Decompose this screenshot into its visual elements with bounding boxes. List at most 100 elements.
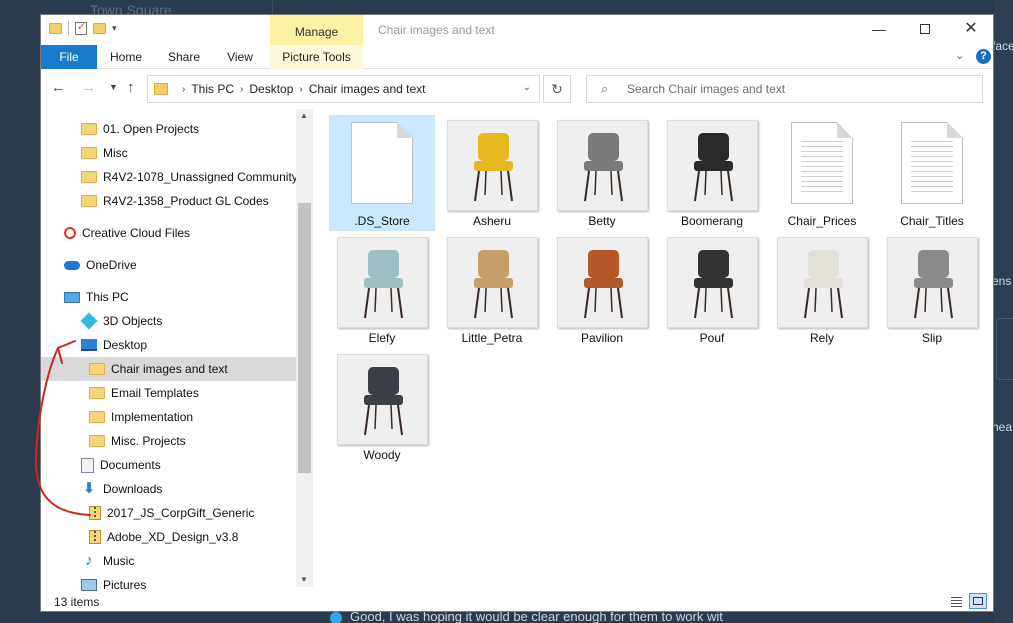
nav-item[interactable]: OneDrive [41, 253, 296, 277]
nav-item[interactable]: This PC [41, 285, 296, 309]
nav-item[interactable]: Email Templates [41, 381, 296, 405]
nav-scrollbar[interactable]: ▲ ▼ [296, 109, 313, 587]
file-name: Asheru [472, 214, 512, 228]
nav-item-label: 3D Objects [103, 314, 163, 328]
nav-item-label: Pictures [103, 578, 147, 592]
creative-cloud-icon [64, 227, 76, 239]
address-dropdown-chevron-icon[interactable]: ⌄ [523, 82, 531, 93]
download-arrow-icon: ⬇ [82, 480, 96, 497]
nav-item-label: R4V2-1078_Unassigned Community Er [103, 170, 296, 184]
file-name: Slip [921, 331, 942, 345]
file-name: Woody [363, 448, 401, 462]
file-item[interactable]: Betty [549, 115, 655, 231]
background-app-left [0, 0, 40, 623]
minimize-button[interactable]: — [856, 15, 902, 45]
file-item[interactable]: Chair_Titles [879, 115, 985, 231]
background-text-fragment: face [994, 39, 1013, 53]
file-name: Chair_Titles [900, 214, 964, 228]
music-note-icon: ♪ [85, 552, 93, 569]
nav-item[interactable]: Creative Cloud Files [41, 221, 296, 245]
3d-objects-icon [80, 312, 98, 330]
file-item[interactable]: Asheru [439, 115, 545, 231]
large-icons-icon [973, 597, 983, 605]
recent-locations-chevron-icon[interactable]: ▼ [109, 82, 118, 92]
scroll-up-arrow-icon[interactable]: ▲ [300, 111, 308, 120]
file-item[interactable]: Elefy [329, 232, 435, 348]
documents-icon [81, 457, 94, 473]
tab-view[interactable]: View [215, 45, 265, 69]
nav-item-label: R4V2-1358_Product GL Codes [103, 194, 269, 208]
customize-toolbar-chevron-icon[interactable]: ▾ [112, 23, 117, 34]
quick-access-toolbar: ▾ [49, 20, 117, 35]
nav-item[interactable]: 2017_JS_CorpGift_Generic [41, 501, 296, 525]
chair-thumbnail-icon [337, 237, 428, 328]
title-bar[interactable]: ▾ Manage Chair images and text — ✕ [41, 15, 993, 45]
file-item[interactable]: Boomerang [659, 115, 765, 231]
address-bar[interactable]: › This PC › Desktop › Chair images and t… [147, 75, 540, 103]
new-folder-icon[interactable] [93, 22, 106, 34]
breadcrumb-chevron-icon[interactable]: › [299, 84, 302, 95]
background-text-fragment: hea [994, 420, 1013, 434]
address-bar-row: ← → ▼ ↑ › This PC › Desktop › Chair imag… [41, 70, 993, 108]
up-arrow-icon[interactable]: ↑ [127, 79, 135, 96]
search-placeholder: Search Chair images and text [627, 82, 786, 96]
file-item[interactable]: Woody [329, 349, 435, 465]
nav-item[interactable]: Misc. Projects [41, 429, 296, 453]
list-line [951, 606, 962, 607]
nav-item[interactable]: Adobe_XD_Design_v3.8 [41, 525, 296, 549]
help-icon[interactable]: ? [976, 49, 991, 64]
breadcrumb-this-pc[interactable]: This PC [191, 82, 234, 96]
tab-share[interactable]: Share [157, 45, 211, 69]
scroll-down-arrow-icon[interactable]: ▼ [300, 575, 308, 584]
nav-item[interactable]: 01. Open Projects [41, 117, 296, 141]
breadcrumb-current-folder[interactable]: Chair images and text [309, 82, 426, 96]
chair-thumbnail-icon [667, 237, 758, 328]
nav-item[interactable]: Chair images and text [41, 357, 296, 381]
nav-item[interactable]: R4V2-1078_Unassigned Community Er [41, 165, 296, 189]
file-item[interactable]: Rely [769, 232, 875, 348]
status-bar: 13 items [41, 591, 993, 611]
nav-item[interactable]: Desktop [41, 333, 296, 357]
nav-item-label: Desktop [103, 338, 148, 352]
nav-item[interactable]: Documents [41, 453, 296, 477]
folder-icon[interactable] [49, 22, 62, 34]
file-item[interactable]: Pouf [659, 232, 765, 348]
file-item[interactable]: Little_Petra [439, 232, 545, 348]
breadcrumb-chevron-icon[interactable]: › [240, 84, 243, 95]
file-item[interactable]: Chair_Prices [769, 115, 875, 231]
nav-item-label: OneDrive [86, 258, 137, 272]
file-item[interactable]: Slip [879, 232, 985, 348]
scrollbar-thumb[interactable] [298, 203, 311, 473]
nav-item[interactable]: R4V2-1358_Product GL Codes [41, 189, 296, 213]
large-icons-view-button[interactable] [969, 593, 987, 609]
chair-thumbnail-icon [887, 237, 978, 328]
file-item[interactable]: .DS_Store [329, 115, 435, 231]
chair-thumbnail-icon [777, 237, 868, 328]
nav-item-label: Documents [100, 458, 161, 472]
breadcrumb-desktop[interactable]: Desktop [249, 82, 293, 96]
details-view-button[interactable] [947, 593, 965, 609]
manage-contextual-tab[interactable]: Manage [270, 15, 363, 45]
expand-ribbon-chevron-icon[interactable]: ⌄ [955, 49, 964, 62]
forward-arrow-icon[interactable]: → [81, 79, 96, 96]
tab-home[interactable]: Home [99, 45, 153, 69]
nav-item-label: 2017_JS_CorpGift_Generic [107, 506, 255, 520]
close-button[interactable]: ✕ [948, 15, 993, 45]
nav-item[interactable]: 3D Objects [41, 309, 296, 333]
properties-icon[interactable] [75, 20, 87, 35]
folder-icon [89, 411, 105, 423]
tab-file[interactable]: File [41, 45, 97, 69]
chair-thumbnail-icon [447, 237, 538, 328]
nav-item[interactable]: Implementation [41, 405, 296, 429]
back-arrow-icon[interactable]: ← [51, 79, 66, 96]
breadcrumb-chevron-icon[interactable]: › [182, 84, 185, 95]
tab-picture-tools[interactable]: Picture Tools [270, 45, 363, 69]
nav-item[interactable]: Misc [41, 141, 296, 165]
refresh-button[interactable]: ↻ [543, 75, 571, 103]
maximize-button[interactable] [902, 15, 948, 45]
folder-icon [89, 387, 105, 399]
nav-item[interactable]: ♪ Music [41, 549, 296, 573]
search-input[interactable]: ⌕ Search Chair images and text [586, 75, 983, 103]
file-item[interactable]: Pavilion [549, 232, 655, 348]
nav-item[interactable]: ⬇ Downloads [41, 477, 296, 501]
